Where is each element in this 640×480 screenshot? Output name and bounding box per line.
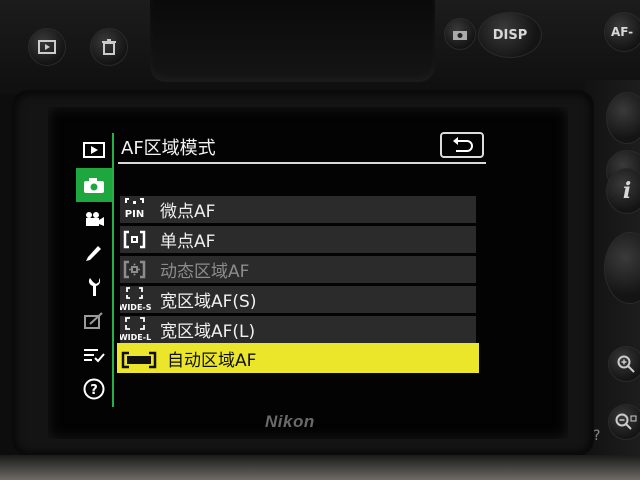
tab-retouch-menu[interactable] (76, 304, 112, 338)
menu-option-pin-point-af[interactable]: PIN 微点AF (120, 196, 476, 223)
help-mark: ? (593, 428, 601, 444)
tab-my-menu[interactable] (76, 338, 112, 372)
tab-photo-shooting-menu[interactable] (76, 168, 112, 202)
svg-text:PIN: PIN (125, 209, 144, 220)
tab-setup-menu[interactable] (76, 270, 112, 304)
svg-text:WIDE-S: WIDE-S (120, 303, 152, 312)
single-point-af-icon (120, 226, 160, 253)
dynamic-area-af-icon (120, 256, 160, 283)
playback-icon (38, 40, 56, 54)
page-title: AF区域模式 (121, 138, 216, 159)
brand-logo: Nikon (265, 412, 315, 431)
tab-movie-shooting-menu[interactable] (76, 202, 112, 236)
wrench-icon (88, 278, 101, 296)
option-label: 自动区域AF (167, 350, 257, 371)
svg-text:WIDE-L: WIDE-L (120, 333, 151, 342)
tab-help[interactable]: ? (76, 372, 112, 406)
option-label: 单点AF (160, 232, 216, 252)
tab-playback-menu[interactable] (76, 133, 112, 167)
af-mode-button[interactable]: AF- (604, 12, 640, 52)
menu-header: AF区域模式 (118, 130, 486, 160)
wide-area-s-icon: WIDE-S (119, 286, 160, 313)
option-label: 动态区域AF (160, 262, 250, 282)
option-label: 微点AF (160, 202, 216, 222)
photo-mode-button[interactable] (444, 18, 476, 50)
tab-custom-settings-menu[interactable] (76, 236, 112, 270)
playback-button[interactable] (28, 28, 66, 66)
disp-button[interactable]: DISP (478, 12, 542, 58)
menu-option-single-point-af[interactable]: 单点AF (120, 226, 476, 253)
zoom-out-button[interactable] (608, 404, 640, 440)
option-label: 宽区域AF(L) (160, 322, 256, 342)
help-icon: ? (83, 378, 105, 400)
menu-option-dynamic-area-af[interactable]: 动态区域AF (120, 256, 476, 283)
wide-area-l-icon: WIDE-L (119, 316, 160, 343)
auto-area-af-icon (117, 345, 167, 372)
delete-button[interactable] (90, 28, 128, 66)
option-label: 宽区域AF(S) (160, 292, 257, 312)
right-upper-button[interactable] (606, 92, 640, 144)
checklist-icon (84, 349, 105, 363)
return-icon (453, 137, 473, 152)
desk-surface (0, 455, 640, 480)
zoom-in-icon (617, 355, 635, 373)
menu-option-wide-area-af-l[interactable]: WIDE-L 宽区域AF(L) (119, 316, 476, 343)
trash-icon (102, 39, 116, 55)
pencil-icon (86, 246, 101, 261)
back-button[interactable] (440, 132, 484, 158)
viewfinder-housing (150, 0, 435, 82)
playback-icon (83, 142, 105, 158)
zoom-in-button[interactable] (608, 346, 640, 382)
header-divider (118, 162, 486, 164)
retouch-icon (84, 312, 103, 329)
pin-point-af-icon: PIN (120, 196, 160, 223)
zoom-out-icon (615, 413, 637, 430)
menu-option-auto-area-af[interactable]: 自动区域AF (117, 343, 479, 373)
info-button[interactable]: i (606, 168, 640, 214)
movie-camera-icon (86, 212, 104, 226)
menu-tab-bar: ? (76, 133, 114, 407)
svg-text:?: ? (90, 383, 98, 398)
menu-option-wide-area-af-s[interactable]: WIDE-S 宽区域AF(S) (119, 286, 476, 313)
camera-icon (453, 30, 467, 40)
camera-icon (84, 178, 104, 193)
